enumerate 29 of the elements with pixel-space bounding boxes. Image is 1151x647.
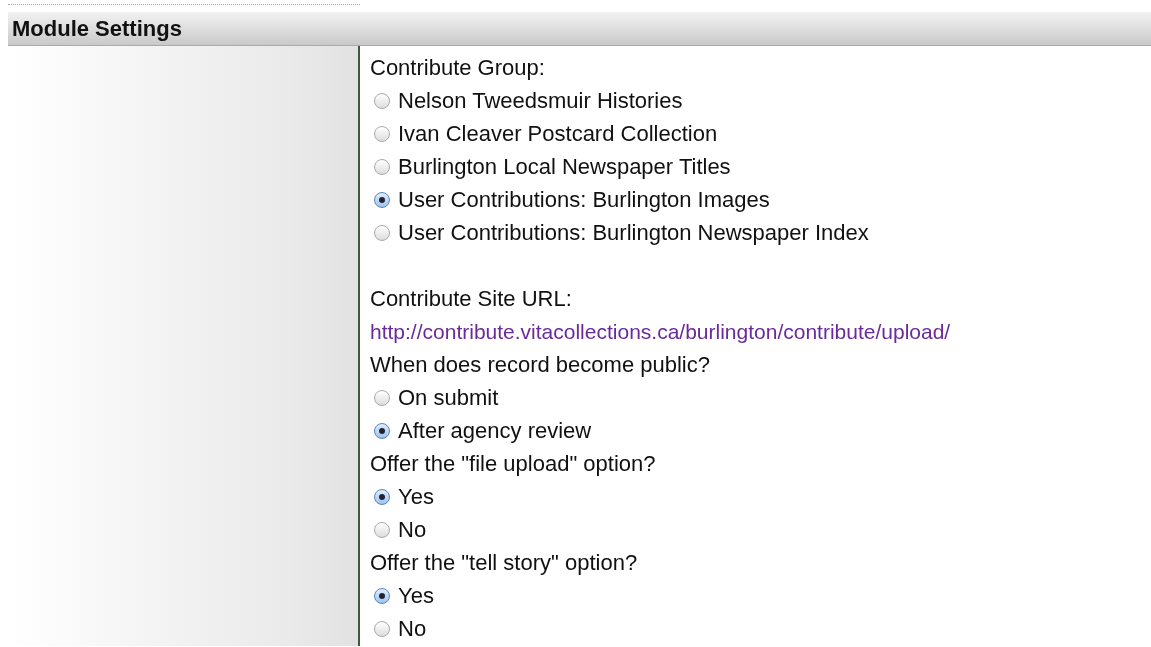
radio-button[interactable] [374, 620, 390, 637]
question-label: When does record become public? [370, 351, 711, 379]
radio-button[interactable] [374, 488, 390, 505]
radio-button[interactable] [374, 587, 390, 604]
radio-button[interactable] [374, 92, 390, 109]
option-label[interactable]: Yes [398, 480, 434, 513]
option-label[interactable]: On submit [398, 381, 499, 414]
question-label: Contribute Group: [370, 54, 546, 82]
option-label[interactable]: After agency review [398, 414, 592, 447]
radio-button[interactable] [374, 422, 390, 439]
section-title: Module Settings [12, 15, 182, 42]
radio-button[interactable] [374, 521, 390, 538]
option-label[interactable]: No [398, 612, 427, 645]
option-label[interactable]: User Contributions: Burlington Images [398, 183, 770, 216]
radio-button[interactable] [374, 389, 390, 406]
field-label: Contribute Site URL: [370, 285, 573, 313]
radio-button[interactable] [374, 158, 390, 175]
option-label[interactable]: Ivan Cleaver Postcard Collection [398, 117, 718, 150]
radio-button[interactable] [374, 125, 390, 142]
radio-button[interactable] [374, 191, 390, 208]
option-label[interactable]: User Contributions: Burlington Newspaper Index [398, 216, 869, 249]
question-label: Offer the "file upload" option? [370, 450, 657, 478]
option-label[interactable]: Nelson Tweedsmuir Histories [398, 84, 683, 117]
question-label: Offer the "tell story" option? [370, 549, 639, 577]
url-link[interactable]: http://contribute.vitacollections.ca/burlington/contribute/upload/ [370, 320, 951, 343]
option-label[interactable]: No [398, 513, 427, 546]
radio-button[interactable] [374, 224, 390, 241]
option-label[interactable]: Yes [398, 579, 434, 612]
option-label[interactable]: Burlington Local Newspaper Titles [398, 150, 731, 183]
